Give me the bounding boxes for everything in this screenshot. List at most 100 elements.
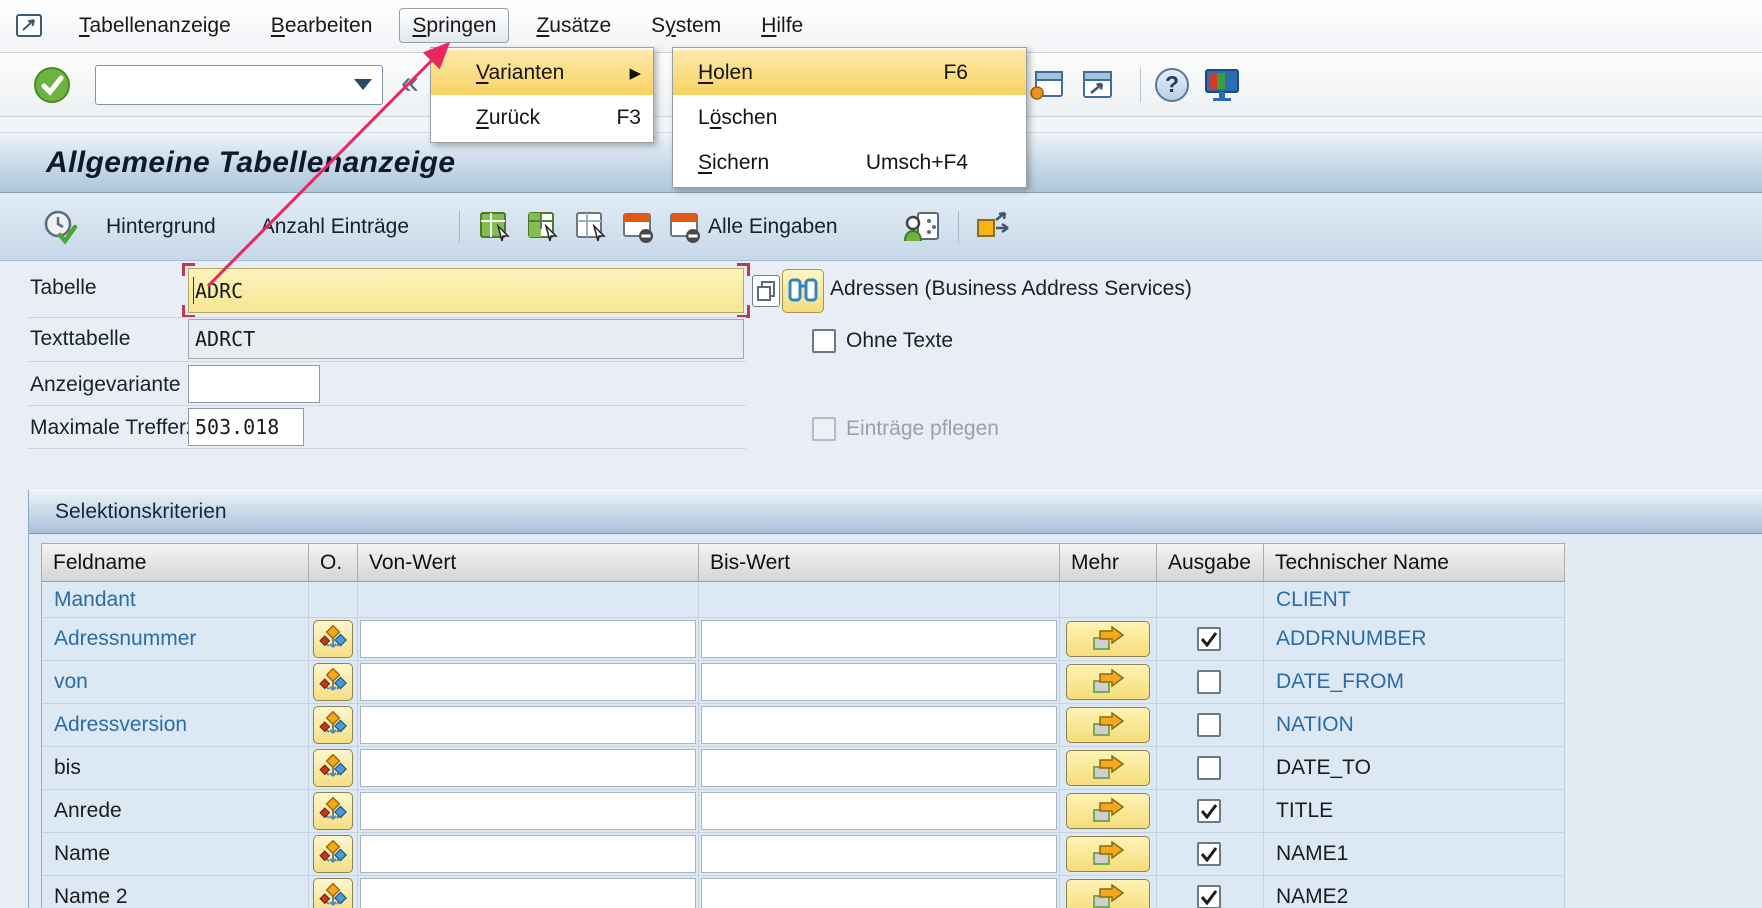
multiple-selection-icon[interactable] (1066, 879, 1150, 908)
menu-springen[interactable]: Springen (399, 8, 509, 43)
chevron-down-icon[interactable] (354, 79, 372, 90)
multiple-selection-icon[interactable] (1066, 750, 1150, 786)
menu-system[interactable]: System (638, 8, 734, 43)
max-hits-input[interactable]: 503.018 (188, 408, 304, 446)
output-checkbox-date-from[interactable] (1197, 670, 1221, 694)
menu-items: TabellenanzeigeBearbeitenSpringenZusätze… (66, 14, 830, 38)
technical-name-date-to: DATE_TO (1264, 747, 1565, 790)
selection-options-icon[interactable] (313, 835, 353, 873)
output-checkbox-name1[interactable] (1197, 842, 1221, 866)
maintain-entries-checkbox[interactable] (812, 417, 836, 441)
search-binoculars-icon[interactable] (782, 269, 824, 313)
von-value-input[interactable] (360, 620, 696, 658)
menu-item-sichern[interactable]: SichernUmsch+F4 (673, 140, 1026, 185)
multiple-selection-icon[interactable] (1066, 836, 1150, 872)
output-checkbox-nation[interactable] (1197, 713, 1221, 737)
bis-value-input[interactable] (701, 620, 1057, 658)
multiple-selection-icon[interactable] (1066, 793, 1150, 829)
select-all-button[interactable] (478, 210, 512, 244)
clear-all-inputs-button[interactable]: Alle Eingaben (668, 210, 838, 244)
deselect-all-button[interactable] (574, 210, 608, 244)
selection-criteria-table: FeldnameO.Von-WertBis-WertMehrAusgabeTec… (41, 543, 1565, 908)
enter-check-icon[interactable] (33, 66, 71, 104)
von-value-name-2 (358, 876, 699, 908)
selection-options-icon[interactable] (313, 663, 353, 701)
menu-item-löschen[interactable]: Löschen (673, 95, 1026, 140)
more-cell-von (1060, 661, 1157, 704)
customize-layout-icon[interactable] (1203, 67, 1241, 103)
text-cursor (193, 277, 194, 304)
entry-count-button[interactable]: Anzahl Einträge (261, 215, 409, 239)
von-value-input[interactable] (360, 749, 696, 787)
bis-value-input[interactable] (701, 835, 1057, 873)
new-session-icon[interactable] (1028, 67, 1066, 103)
bis-value-input[interactable] (701, 878, 1057, 908)
table-name-input[interactable]: ADRC (188, 268, 744, 313)
von-value-input[interactable] (360, 706, 696, 744)
selection-options-icon[interactable] (313, 878, 353, 908)
menu-item-varianten[interactable]: Varianten▶ (431, 50, 653, 95)
shortcut-label: F3 (616, 106, 641, 130)
output-checkbox-title[interactable] (1197, 799, 1221, 823)
menu-zusätze[interactable]: Zusätze (523, 8, 624, 43)
select-block-button[interactable] (526, 210, 560, 244)
sap-gui-window: { "title": "Allgemeine Tabellenanzeige",… (0, 0, 1762, 908)
execute-button[interactable] (42, 209, 78, 245)
selection-options-icon[interactable] (313, 706, 353, 744)
selection-options-icon[interactable] (313, 792, 353, 830)
max-hits-value: 503.018 (195, 415, 279, 439)
bis-value-adressversion (699, 704, 1060, 747)
field-label-von: von (42, 661, 309, 704)
multiple-selection-icon[interactable] (1066, 664, 1150, 700)
menu-hilfe[interactable]: Hilfe (748, 8, 816, 43)
menu-item-holen[interactable]: HolenF6 (673, 50, 1026, 95)
background-button[interactable]: Hintergrund (106, 215, 216, 239)
multiple-selection-icon[interactable] (1066, 707, 1150, 743)
field-label-name: Name (42, 833, 309, 876)
more-cell-bis (1060, 747, 1157, 790)
column-header-mehr: Mehr (1060, 544, 1157, 582)
output-cell-adressversion (1157, 704, 1264, 747)
option-cell-bis (309, 747, 358, 790)
bis-value-input[interactable] (701, 792, 1057, 830)
output-cell-von (1157, 661, 1264, 704)
option-cell-mandant (309, 582, 358, 618)
menu-bearbeiten[interactable]: Bearbeiten (258, 8, 386, 43)
menu-item-zurück[interactable]: ZurückF3 (431, 95, 653, 140)
bis-value-input[interactable] (701, 663, 1057, 701)
field-label-anrede: Anrede (42, 790, 309, 833)
von-value-input[interactable] (360, 835, 696, 873)
bis-value-input[interactable] (701, 706, 1057, 744)
without-texts-checkbox[interactable] (812, 329, 836, 353)
output-checkbox-date-to[interactable] (1197, 756, 1221, 780)
display-variant-input[interactable] (188, 365, 320, 403)
output-checkbox-addrnumber[interactable] (1197, 627, 1221, 651)
column-header-von-wert: Von-Wert (358, 544, 699, 582)
von-value-input[interactable] (360, 792, 696, 830)
export-button[interactable] (975, 210, 1015, 244)
technical-name-title: TITLE (1264, 790, 1565, 833)
user-settings-button[interactable] (904, 210, 940, 244)
output-checkbox-name2[interactable] (1197, 885, 1221, 908)
selection-options-icon[interactable] (313, 620, 353, 658)
command-field[interactable] (95, 65, 383, 105)
option-cell-name-2 (309, 876, 358, 908)
help-icon[interactable]: ? (1153, 67, 1191, 103)
text-table-input[interactable]: ADRCT (188, 319, 744, 359)
field-label-adressversion: Adressversion (42, 704, 309, 747)
collapse-toolbar-button[interactable]: « (401, 66, 419, 104)
selection-options-icon[interactable] (313, 749, 353, 787)
von-value-name (358, 833, 699, 876)
technical-name-date-from: DATE_FROM (1264, 661, 1565, 704)
delete-selection-button[interactable] (621, 210, 655, 244)
bis-value-name (699, 833, 1060, 876)
multiple-selection-icon[interactable] (1066, 621, 1150, 657)
possible-entries-icon[interactable] (752, 275, 780, 307)
create-shortcut-icon[interactable] (1078, 67, 1116, 103)
menu-tabellenanzeige[interactable]: Tabellenanzeige (66, 8, 244, 43)
bis-value-input[interactable] (701, 749, 1057, 787)
von-value-input[interactable] (360, 878, 696, 908)
export-icon (975, 210, 1015, 244)
von-value-input[interactable] (360, 663, 696, 701)
system-menu-icon[interactable] (14, 11, 46, 41)
